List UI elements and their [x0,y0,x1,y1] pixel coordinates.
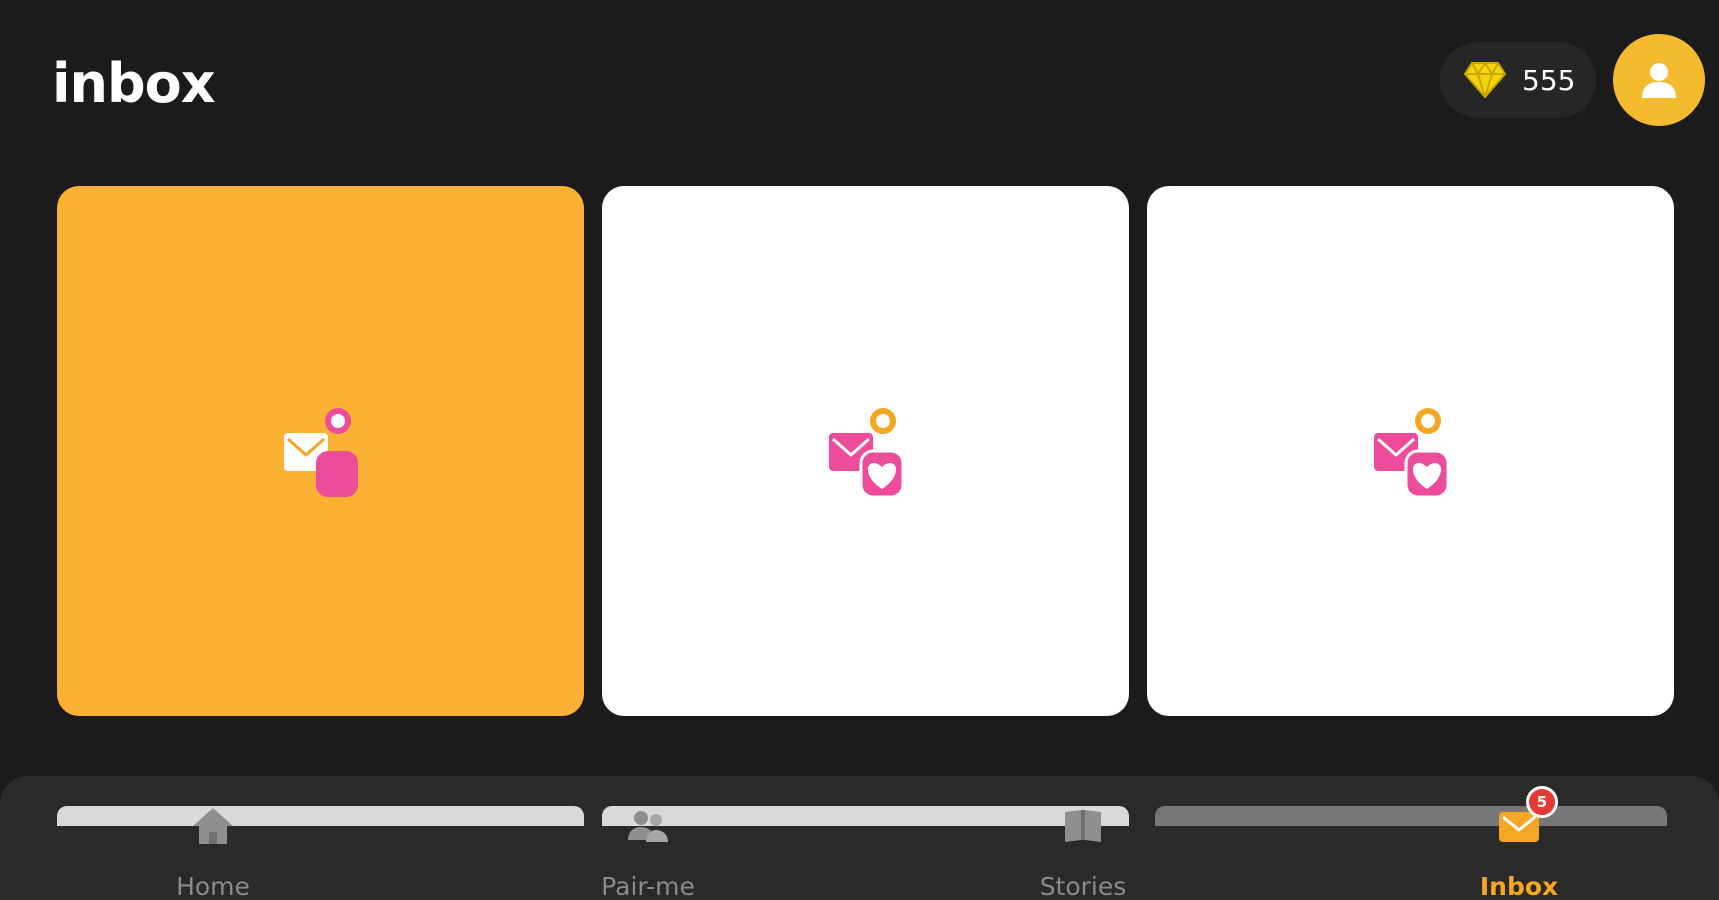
page-title: inbox [52,52,216,115]
mail-heart-icon [828,408,904,499]
home-icon [193,808,233,844]
nav-label-home: Home [176,872,250,900]
nav-item-pair-me[interactable]: Pair-me [548,800,748,900]
book-icon [1065,810,1101,842]
nav-item-stories[interactable]: Stories [983,800,1183,900]
people-icon [628,811,668,842]
avatar[interactable] [1613,34,1705,126]
mail-heart-icon [1373,408,1449,499]
inbox-card-3[interactable] [1147,186,1674,716]
nav-item-home[interactable]: Home [113,800,313,900]
gem-counter[interactable]: 555 [1440,42,1596,118]
inbox-badge: 5 [1526,786,1558,818]
diamond-icon [1464,62,1506,98]
inbox-card-2[interactable] [602,186,1129,716]
inbox-card-1[interactable] [57,186,584,716]
nav-item-inbox[interactable]: Inbox [1419,800,1619,900]
nav-label-stories: Stories [1039,872,1127,900]
gem-count: 555 [1522,63,1576,97]
bottom-nav: Home Pair-me Stories Inbox 5 [0,776,1719,900]
mail-dot-icon [283,408,358,497]
nav-label-pair-me: Pair-me [601,872,695,900]
user-icon [1642,63,1676,98]
nav-label-inbox: Inbox [1479,872,1559,900]
